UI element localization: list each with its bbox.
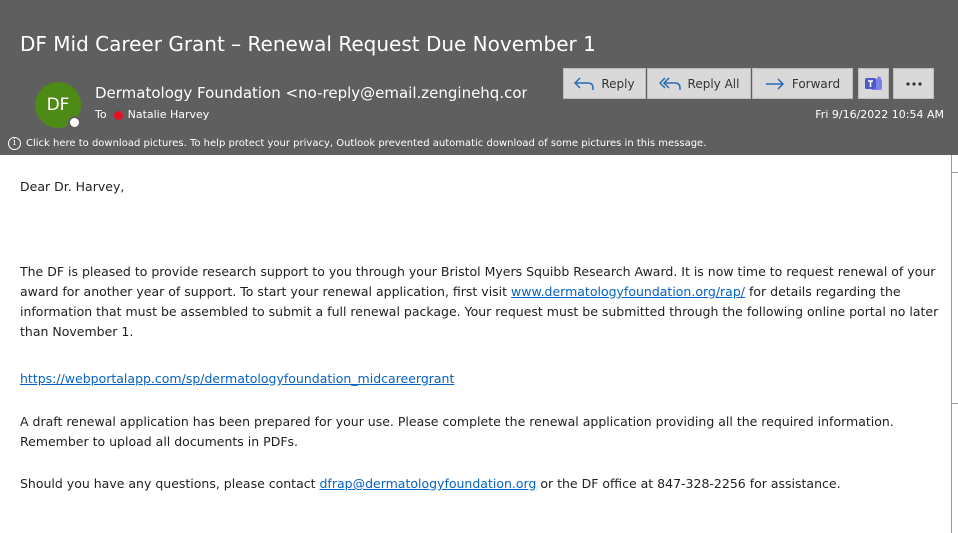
reply-all-arrow-icon (658, 76, 681, 91)
to-label: To (95, 108, 107, 121)
reply-label: Reply (601, 76, 635, 91)
body-paragraph-1: The DF is pleased to provide research su… (20, 262, 945, 342)
rap-link[interactable]: www.dermatologyfoundation.org/rap/ (511, 284, 745, 299)
message-date: Fri 9/16/2022 10:54 AM (815, 108, 944, 121)
forward-label: Forward (791, 76, 841, 91)
teams-icon (864, 76, 883, 92)
body-paragraph-3: Should you have any questions, please co… (20, 474, 945, 494)
message-header: DF Mid Career Grant – Renewal Request Du… (0, 0, 958, 155)
body-paragraph-2: A draft renewal application has been pre… (20, 414, 894, 449)
more-ellipsis-icon (905, 81, 922, 86)
infobar-message: Click here to download pictures. To help… (26, 137, 707, 149)
para3-text-b: or the DF office at 847-328-2256 for ass… (536, 476, 841, 491)
message-subject: DF Mid Career Grant – Renewal Request Du… (20, 32, 596, 56)
greeting: Dear Dr. Harvey, (20, 179, 125, 194)
reply-all-button[interactable]: Reply All (647, 68, 751, 99)
recipient-line: To Natalie Harvey (95, 107, 209, 123)
recipient-name[interactable]: Natalie Harvey (128, 107, 210, 123)
presence-status-icon (68, 116, 81, 129)
teams-button[interactable] (858, 68, 889, 99)
reply-all-label: Reply All (687, 76, 740, 91)
forward-arrow-icon (765, 77, 785, 90)
reply-button[interactable]: Reply (563, 68, 646, 99)
presence-busy-icon (113, 110, 123, 120)
reply-arrow-icon (574, 76, 595, 91)
forward-button[interactable]: Forward (752, 68, 853, 99)
download-pictures-infobar[interactable]: i Click here to download pictures. To he… (8, 135, 706, 151)
email-link[interactable]: dfrap@dermatologyfoundation.org (320, 476, 537, 491)
portal-link[interactable]: https://webportalapp.com/sp/dermatologyf… (20, 371, 454, 386)
sender-name[interactable]: Dermatology Foundation <no-reply@email.z… (95, 83, 527, 103)
more-actions-button[interactable] (893, 68, 934, 99)
para3-text-a: Should you have any questions, please co… (20, 476, 320, 491)
scrollbar-thumb[interactable] (951, 172, 958, 404)
info-icon: i (8, 136, 21, 150)
portal-paragraph: https://webportalapp.com/sp/dermatologyf… (20, 369, 945, 389)
